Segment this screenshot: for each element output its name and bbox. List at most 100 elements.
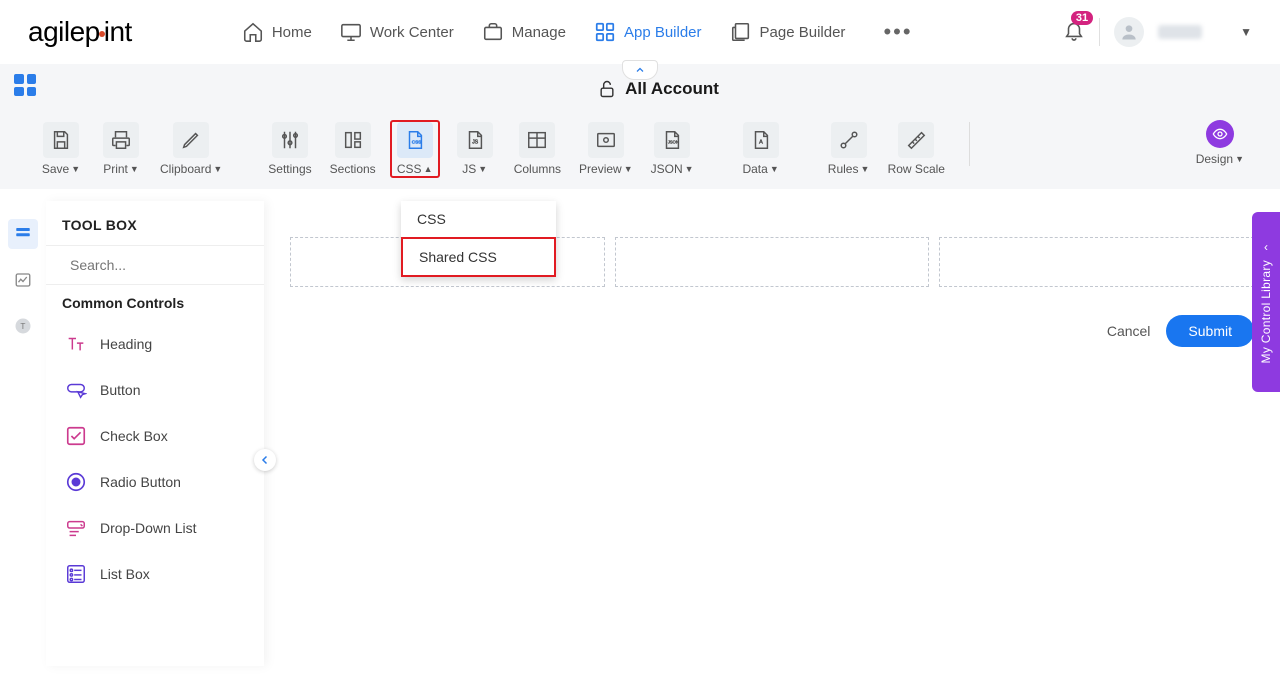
- ribbon-design[interactable]: Design▼: [1196, 120, 1244, 166]
- my-control-library-drawer[interactable]: ‹ My Control Library: [1252, 212, 1280, 392]
- ribbon-settings[interactable]: Settings: [264, 120, 315, 178]
- app-grid-icon[interactable]: [14, 74, 36, 96]
- toolbox-item-checkbox-label: Check Box: [100, 428, 168, 444]
- toolbox-item-heading[interactable]: Heading: [60, 321, 264, 367]
- ribbon-columns-label: Columns: [514, 162, 561, 176]
- toolbox-item-radio[interactable]: Radio Button: [60, 459, 264, 505]
- css-file-icon: CSS: [404, 129, 426, 151]
- ribbon-rules-label: Rules: [828, 162, 859, 176]
- listbox-icon: [65, 563, 87, 585]
- sections-icon: [342, 129, 364, 151]
- nav-manage-label: Manage: [512, 24, 566, 41]
- nav-work-center[interactable]: Work Center: [340, 21, 454, 43]
- checkbox-icon: [65, 425, 87, 447]
- brand-logo: agilepint: [28, 16, 132, 48]
- toolbox-section-header: Common Controls: [46, 285, 264, 321]
- ribbon-print[interactable]: Print▼: [96, 120, 146, 178]
- canvas-drop-zone-3[interactable]: [939, 237, 1254, 287]
- heading-tt-icon: [65, 333, 87, 355]
- ribbon-data-label: Data: [742, 162, 767, 176]
- notifications-bell[interactable]: 31: [1063, 19, 1085, 46]
- ribbon-css[interactable]: CSS CSS▲: [390, 120, 440, 178]
- cancel-button[interactable]: Cancel: [1107, 323, 1151, 339]
- toolbox-item-button-label: Button: [100, 382, 140, 398]
- ribbon-row-scale[interactable]: Row Scale: [884, 120, 949, 178]
- ribbon-preview[interactable]: Preview▼: [575, 120, 637, 178]
- nav-page-builder[interactable]: Page Builder: [730, 21, 846, 43]
- home-icon: [242, 21, 264, 43]
- ribbon-settings-label: Settings: [268, 162, 311, 176]
- user-menu-chevron[interactable]: ▼: [1240, 25, 1252, 39]
- ribbon-sections-label: Sections: [330, 162, 376, 176]
- toolbox-item-listbox-label: List Box: [100, 566, 150, 582]
- svg-text:CSS: CSS: [411, 140, 420, 145]
- unlock-icon: [597, 79, 617, 99]
- ribbon-clipboard[interactable]: Clipboard▼: [156, 120, 226, 178]
- ribbon-js[interactable]: JS JS▼: [450, 120, 500, 178]
- nav-manage[interactable]: Manage: [482, 21, 566, 43]
- ribbon-json[interactable]: JSON JSON▼: [647, 120, 698, 178]
- sliders-icon: [279, 129, 301, 151]
- t-icon: T: [14, 317, 32, 335]
- svg-text:JS: JS: [472, 140, 479, 146]
- css-dropdown-shared-css[interactable]: Shared CSS: [401, 237, 556, 277]
- toolbox-item-dropdown-label: Drop-Down List: [100, 520, 196, 536]
- button-cursor-icon: [65, 379, 87, 401]
- toolbox-item-checkbox[interactable]: Check Box: [60, 413, 264, 459]
- rail-form-icon[interactable]: [8, 219, 38, 249]
- svg-text:A: A: [759, 140, 763, 146]
- preview-icon: [595, 129, 617, 151]
- rail-chart-icon[interactable]: [8, 265, 38, 295]
- form-icon: [14, 225, 32, 243]
- nav-work-center-label: Work Center: [370, 24, 454, 41]
- toolbox-item-heading-label: Heading: [100, 336, 152, 352]
- save-icon: [50, 129, 72, 151]
- js-file-icon: JS: [464, 129, 486, 151]
- ribbon-clipboard-label: Clipboard: [160, 162, 211, 176]
- user-avatar[interactable]: [1114, 17, 1144, 47]
- dropdown-icon: [65, 517, 87, 539]
- canvas-drop-zone-2[interactable]: [615, 237, 930, 287]
- ribbon-save[interactable]: Save▼: [36, 120, 86, 178]
- css-dropdown-menu: CSS Shared CSS: [401, 201, 556, 277]
- person-icon: [1119, 22, 1139, 42]
- drawer-label: My Control Library: [1259, 260, 1273, 363]
- nav-more-icon[interactable]: •••: [883, 19, 912, 45]
- ribbon-design-label: Design: [1196, 152, 1233, 166]
- rail-text-icon[interactable]: T: [8, 311, 38, 341]
- chevron-left-icon: ‹: [1264, 240, 1268, 254]
- monitor-icon: [340, 21, 362, 43]
- header-divider: [1099, 18, 1100, 46]
- nav-home[interactable]: Home: [242, 21, 312, 43]
- svg-text:JSON: JSON: [668, 140, 679, 145]
- ruler-icon: [905, 129, 927, 151]
- grid-icon: [594, 21, 616, 43]
- print-icon: [110, 129, 132, 151]
- eye-icon: [1212, 126, 1228, 142]
- toolbox-item-button[interactable]: Button: [60, 367, 264, 413]
- chart-icon: [14, 271, 32, 289]
- toolbox-item-listbox[interactable]: List Box: [60, 551, 264, 597]
- username-redacted: [1158, 25, 1202, 39]
- toolbox-item-dropdown[interactable]: Drop-Down List: [60, 505, 264, 551]
- css-dropdown-css[interactable]: CSS: [401, 201, 556, 237]
- toolbox-search-input[interactable]: [70, 257, 251, 273]
- toolbox-item-radio-label: Radio Button: [100, 474, 181, 490]
- radio-icon: [65, 471, 87, 493]
- collapse-header-tab[interactable]: [622, 60, 658, 80]
- submit-button[interactable]: Submit: [1166, 315, 1254, 347]
- ribbon-rules[interactable]: Rules▼: [824, 120, 874, 178]
- ribbon-json-label: JSON: [651, 162, 683, 176]
- json-file-icon: JSON: [661, 129, 683, 151]
- ribbon-sections[interactable]: Sections: [326, 120, 380, 178]
- data-file-icon: A: [750, 129, 772, 151]
- ribbon-columns[interactable]: Columns: [510, 120, 565, 178]
- ribbon-preview-label: Preview: [579, 162, 622, 176]
- nav-app-builder[interactable]: App Builder: [594, 21, 702, 43]
- notification-badge: 31: [1071, 11, 1093, 25]
- ribbon-data[interactable]: A Data▼: [736, 120, 786, 178]
- nav-page-builder-label: Page Builder: [760, 24, 846, 41]
- rules-icon: [838, 129, 860, 151]
- ribbon-divider: [969, 122, 970, 166]
- ribbon-save-label: Save: [42, 162, 69, 176]
